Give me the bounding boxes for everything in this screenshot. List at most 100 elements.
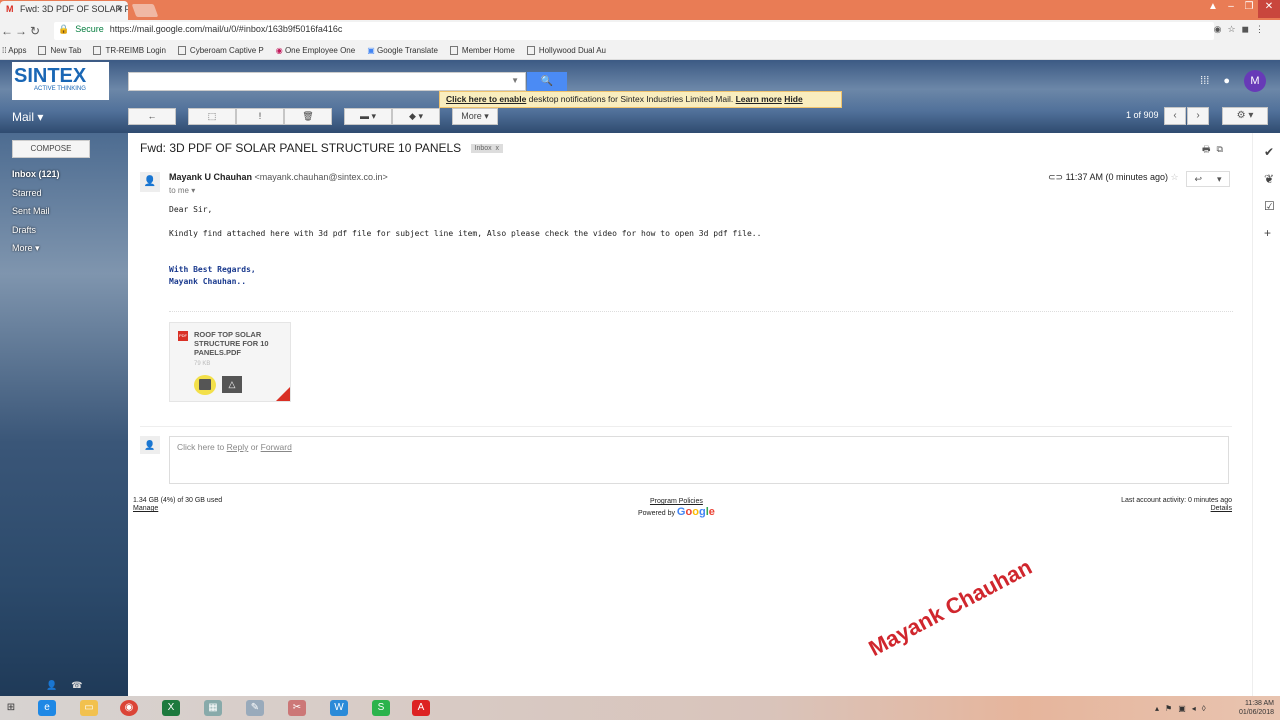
hangouts-icons[interactable]: 👤☎ bbox=[46, 680, 96, 691]
taskbar-clock[interactable]: 11:38 AM 01/06/2018 bbox=[1239, 699, 1274, 717]
url-input[interactable]: 🔒 Secure https://mail.google.com/mail/u/0/… bbox=[54, 22, 1214, 40]
page-icon bbox=[526, 46, 535, 55]
forward-nav-icon[interactable]: → bbox=[14, 24, 28, 38]
minimize-icon[interactable]: – bbox=[1222, 0, 1240, 18]
sintex-logo[interactable]: SINTEX ACTIVE THINKING bbox=[12, 62, 109, 100]
acrobat-icon[interactable]: A bbox=[412, 700, 430, 716]
addon-icon[interactable]: ❦ bbox=[1264, 172, 1274, 186]
compose-button[interactable]: COMPOSE bbox=[12, 140, 90, 158]
close-window-icon[interactable]: ✕ bbox=[1258, 0, 1280, 18]
search-button[interactable]: 🔍 bbox=[527, 72, 567, 91]
details-link[interactable]: Details bbox=[1121, 505, 1232, 513]
maximize-icon[interactable]: ❐ bbox=[1240, 0, 1258, 18]
reload-icon[interactable]: ↻ bbox=[28, 24, 42, 38]
apps-grid-icon[interactable]: ⁞⁞⁞ bbox=[1200, 75, 1209, 87]
sidebar-item-inbox[interactable]: Inbox (121) bbox=[12, 169, 60, 179]
bookmark-member-home[interactable]: Member Home bbox=[449, 46, 515, 55]
star-icon[interactable]: ☆ bbox=[1171, 172, 1179, 182]
browser-tab[interactable]: M Fwd: 3D PDF OF SOLAR P × bbox=[0, 1, 128, 20]
bookmark-hollywood[interactable]: Hollywood Dual Au bbox=[526, 46, 606, 55]
recipient-details[interactable]: to me ▾ bbox=[169, 186, 195, 195]
side-panel bbox=[1252, 133, 1280, 696]
bookmark-new-tab[interactable]: New Tab bbox=[38, 46, 81, 55]
back-to-inbox-button[interactable]: ← bbox=[128, 108, 176, 125]
tab-close-icon[interactable]: × bbox=[117, 3, 123, 15]
circle-icon: ◉ bbox=[275, 46, 285, 55]
add-addon-icon[interactable]: + bbox=[1264, 226, 1271, 240]
more-options-icon[interactable]: ▾ bbox=[1217, 174, 1222, 185]
bookmark-apps[interactable]: ⁞⁞ Apps bbox=[2, 46, 26, 55]
snipping-icon[interactable]: ✂ bbox=[288, 700, 306, 716]
explorer-icon[interactable]: ▭ bbox=[80, 700, 98, 716]
learn-more-link[interactable]: Learn more bbox=[736, 94, 782, 104]
notification-message: desktop notifications for Sintex Industr… bbox=[526, 94, 736, 104]
system-tray-icons[interactable]: ▴⚑▣◂◊ bbox=[1155, 704, 1212, 713]
back-nav-icon[interactable]: ← bbox=[0, 24, 14, 38]
download-button[interactable] bbox=[194, 375, 216, 395]
ie-icon[interactable]: e bbox=[38, 700, 56, 716]
labels-button[interactable]: ◆ ▾ bbox=[392, 108, 440, 125]
paint-icon[interactable]: ✎ bbox=[246, 700, 264, 716]
archive-button[interactable]: ⬚ bbox=[188, 108, 236, 125]
word-icon[interactable]: W bbox=[330, 700, 348, 716]
header-actions: ⁞⁞⁞ ● M bbox=[1200, 70, 1266, 92]
clock-time: 11:38 AM bbox=[1244, 700, 1274, 707]
reply-link[interactable]: Reply bbox=[227, 442, 249, 452]
reply-avatar: 👤 bbox=[140, 436, 160, 454]
pdf-icon: PDF bbox=[178, 331, 188, 341]
keep-icon[interactable]: ☑ bbox=[1264, 199, 1275, 213]
settings-button[interactable]: ⚙ ▾ bbox=[1222, 107, 1268, 125]
move-to-button[interactable]: ▬ ▾ bbox=[344, 108, 392, 125]
bookmarks-bar: ⁞⁞ Apps New Tab TR-REIMB Login Cyberoam … bbox=[0, 42, 1280, 60]
report-spam-button[interactable]: ! bbox=[236, 108, 284, 125]
bookmark-one-employee[interactable]: ◉ One Employee One bbox=[276, 46, 355, 55]
app-s-icon[interactable]: S bbox=[372, 700, 390, 716]
save-to-drive-button[interactable]: △ bbox=[222, 376, 242, 393]
sidebar-item-drafts[interactable]: Drafts bbox=[12, 225, 36, 235]
bookmark-tr-reimb[interactable]: TR-REIMB Login bbox=[93, 46, 166, 55]
attachment-clip-icon: ⊂⊃ bbox=[1048, 172, 1066, 182]
manage-storage-link[interactable]: Manage bbox=[133, 505, 222, 513]
sidebar-item-starred[interactable]: Starred bbox=[12, 188, 42, 198]
remove-label-icon[interactable]: x bbox=[496, 145, 500, 152]
enable-notifications-link[interactable]: Click here to enable bbox=[446, 94, 526, 104]
forward-link[interactable]: Forward bbox=[261, 442, 292, 452]
sender-avatar: 👤 bbox=[140, 172, 160, 192]
search-icon: 🔍 bbox=[540, 76, 554, 87]
signature-line-2: Mayank Chauhan.. bbox=[169, 277, 247, 286]
activity-footer: Last account activity: 0 minutes ago Det… bbox=[1121, 497, 1232, 513]
notifications-icon[interactable]: ● bbox=[1223, 75, 1230, 87]
user-icon[interactable]: ▲ bbox=[1204, 0, 1222, 18]
newer-button[interactable]: › bbox=[1187, 107, 1209, 125]
hide-link[interactable]: Hide bbox=[784, 94, 802, 104]
sender-line: Mayank U Chauhan <mayank.chauhan@sintex.… bbox=[169, 172, 388, 182]
clock-date: 01/06/2018 bbox=[1238, 709, 1274, 716]
start-button-icon[interactable]: ⊞ bbox=[2, 700, 20, 716]
subject-text: Fwd: 3D PDF OF SOLAR PANEL STRUCTURE 10 … bbox=[140, 141, 462, 155]
new-tab-button[interactable] bbox=[131, 4, 159, 17]
extension-icons[interactable]: ◉☆◼⋮ bbox=[1214, 24, 1270, 35]
mail-switcher[interactable]: Mail ▾ bbox=[12, 110, 43, 124]
sender-name[interactable]: Mayank U Chauhan bbox=[169, 172, 252, 182]
attachment-card[interactable]: PDF ROOF TOP SOLAR STRUCTURE FOR 10 PANE… bbox=[169, 322, 291, 402]
bookmark-google-translate[interactable]: ▣ Google Translate bbox=[367, 46, 438, 55]
print-and-newwindow-icons[interactable]: 🖶⧉ bbox=[1202, 142, 1229, 158]
delete-button[interactable]: 🗑 bbox=[284, 108, 332, 125]
tasks-check-icon[interactable]: ✔ bbox=[1264, 145, 1274, 159]
reply-icon[interactable]: ↩ bbox=[1194, 174, 1202, 185]
sidebar-item-more[interactable]: More ▾ bbox=[12, 243, 40, 254]
inbox-label-chip[interactable]: Inbox x bbox=[470, 144, 504, 153]
url-text: https://mail.google.com/mail/u/0/#inbox/… bbox=[109, 24, 343, 34]
sidebar-item-sent[interactable]: Sent Mail bbox=[12, 206, 50, 216]
account-avatar[interactable]: M bbox=[1244, 70, 1266, 92]
older-button[interactable]: ‹ bbox=[1164, 107, 1186, 125]
calculator-icon[interactable]: ▦ bbox=[204, 700, 222, 716]
reply-box[interactable]: Click here to Reply or Forward bbox=[169, 436, 1229, 484]
more-actions-button[interactable]: More ▾ bbox=[452, 108, 498, 125]
excel-icon[interactable]: X bbox=[162, 700, 180, 716]
email-greeting: Dear Sir, bbox=[169, 205, 213, 214]
search-options-icon[interactable]: ▼ bbox=[511, 76, 519, 85]
bookmark-cyberoam[interactable]: Cyberoam Captive P bbox=[177, 46, 264, 55]
chrome-icon[interactable]: ◉ bbox=[120, 700, 138, 716]
search-input[interactable]: ▼ bbox=[128, 72, 526, 91]
